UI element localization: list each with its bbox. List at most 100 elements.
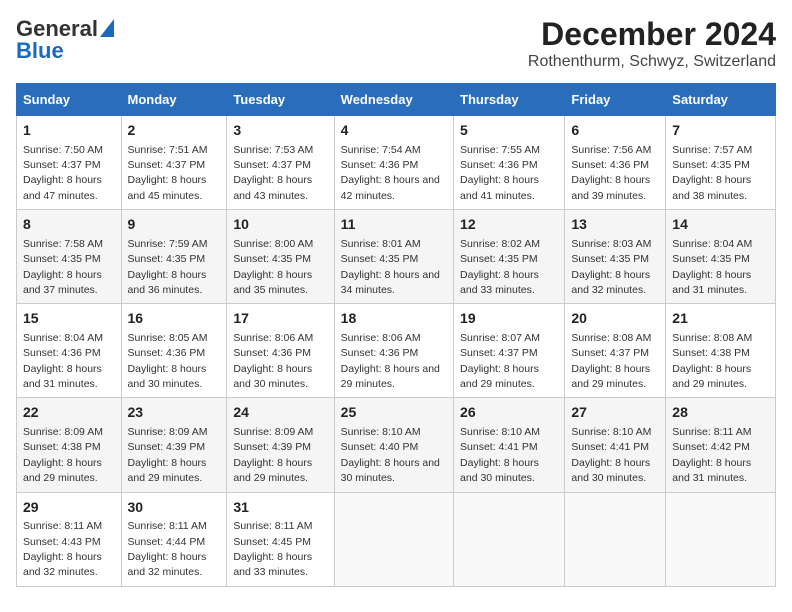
calendar-cell: 15 Sunrise: 8:04 AMSunset: 4:36 PMDayligh… bbox=[17, 304, 122, 398]
calendar-cell bbox=[334, 492, 453, 586]
day-info: Sunrise: 8:05 AMSunset: 4:36 PMDaylight:… bbox=[128, 332, 208, 390]
calendar-cell bbox=[454, 492, 565, 586]
calendar-cell: 26 Sunrise: 8:10 AMSunset: 4:41 PMDayligh… bbox=[454, 398, 565, 492]
day-info: Sunrise: 8:10 AMSunset: 4:41 PMDaylight:… bbox=[571, 426, 651, 484]
calendar-cell bbox=[666, 492, 776, 586]
day-number: 1 bbox=[23, 121, 115, 141]
day-number: 26 bbox=[460, 403, 558, 423]
header-row: SundayMondayTuesdayWednesdayThursdayFrid… bbox=[17, 84, 776, 116]
calendar-cell: 13 Sunrise: 8:03 AMSunset: 4:35 PMDayligh… bbox=[565, 210, 666, 304]
day-info: Sunrise: 8:00 AMSunset: 4:35 PMDaylight:… bbox=[233, 238, 313, 296]
calendar-cell: 28 Sunrise: 8:11 AMSunset: 4:42 PMDayligh… bbox=[666, 398, 776, 492]
day-info: Sunrise: 8:11 AMSunset: 4:45 PMDaylight:… bbox=[233, 520, 312, 578]
calendar-cell: 6Sunrise: 7:56 AMSunset: 4:36 PMDaylight… bbox=[565, 116, 666, 210]
page-subtitle: Rothenthurm, Schwyz, Switzerland bbox=[528, 53, 776, 71]
day-info: Sunrise: 8:08 AMSunset: 4:37 PMDaylight:… bbox=[571, 332, 651, 390]
title-area: December 2024 Rothenthurm, Schwyz, Switz… bbox=[528, 16, 776, 71]
calendar-cell: 30Sunrise: 8:11 AMSunset: 4:44 PMDayligh… bbox=[121, 492, 227, 586]
day-number: 4 bbox=[341, 121, 447, 141]
day-number: 30 bbox=[128, 498, 221, 518]
day-info: Sunrise: 8:09 AMSunset: 4:38 PMDaylight:… bbox=[23, 426, 103, 484]
day-number: 2 bbox=[128, 121, 221, 141]
calendar-cell bbox=[565, 492, 666, 586]
day-number: 18 bbox=[341, 309, 447, 329]
day-info: Sunrise: 7:56 AMSunset: 4:36 PMDaylight:… bbox=[571, 144, 651, 202]
calendar-cell: 21Sunrise: 8:08 AMSunset: 4:38 PMDayligh… bbox=[666, 304, 776, 398]
calendar-cell: 5 Sunrise: 7:55 AMSunset: 4:36 PMDaylight… bbox=[454, 116, 565, 210]
day-info: Sunrise: 8:06 AMSunset: 4:36 PMDaylight:… bbox=[233, 332, 313, 390]
day-info: Sunrise: 7:55 AMSunset: 4:36 PMDaylight:… bbox=[460, 144, 540, 202]
day-number: 24 bbox=[233, 403, 327, 423]
day-number: 14 bbox=[672, 215, 769, 235]
logo: General Blue bbox=[16, 16, 114, 64]
day-info: Sunrise: 7:58 AMSunset: 4:35 PMDaylight:… bbox=[23, 238, 103, 296]
week-row: 15 Sunrise: 8:04 AMSunset: 4:36 PMDayligh… bbox=[17, 304, 776, 398]
calendar-cell: 14 Sunrise: 8:04 AMSunset: 4:35 PMDayligh… bbox=[666, 210, 776, 304]
day-number: 11 bbox=[341, 215, 447, 235]
day-info: Sunrise: 8:06 AMSunset: 4:36 PMDaylight:… bbox=[341, 332, 440, 390]
day-info: Sunrise: 8:11 AMSunset: 4:44 PMDaylight:… bbox=[128, 520, 207, 578]
day-info: Sunrise: 7:59 AMSunset: 4:35 PMDaylight:… bbox=[128, 238, 208, 296]
day-number: 10 bbox=[233, 215, 327, 235]
day-info: Sunrise: 8:01 AMSunset: 4:35 PMDaylight:… bbox=[341, 238, 440, 296]
week-row: 22Sunrise: 8:09 AMSunset: 4:38 PMDayligh… bbox=[17, 398, 776, 492]
calendar-cell: 4Sunrise: 7:54 AMSunset: 4:36 PMDaylight… bbox=[334, 116, 453, 210]
calendar-cell: 31Sunrise: 8:11 AMSunset: 4:45 PMDayligh… bbox=[227, 492, 334, 586]
day-number: 25 bbox=[341, 403, 447, 423]
day-info: Sunrise: 8:11 AMSunset: 4:42 PMDaylight:… bbox=[672, 426, 751, 484]
calendar-cell: 22Sunrise: 8:09 AMSunset: 4:38 PMDayligh… bbox=[17, 398, 122, 492]
col-header-monday: Monday bbox=[121, 84, 227, 116]
logo-triangle-icon bbox=[100, 19, 114, 37]
day-info: Sunrise: 8:11 AMSunset: 4:43 PMDaylight:… bbox=[23, 520, 102, 578]
day-info: Sunrise: 8:03 AMSunset: 4:35 PMDaylight:… bbox=[571, 238, 651, 296]
calendar-cell: 12 Sunrise: 8:02 AMSunset: 4:35 PMDayligh… bbox=[454, 210, 565, 304]
day-number: 12 bbox=[460, 215, 558, 235]
day-info: Sunrise: 8:04 AMSunset: 4:36 PMDaylight:… bbox=[23, 332, 103, 390]
day-number: 13 bbox=[571, 215, 659, 235]
calendar-cell: 16Sunrise: 8:05 AMSunset: 4:36 PMDayligh… bbox=[121, 304, 227, 398]
col-header-saturday: Saturday bbox=[666, 84, 776, 116]
day-info: Sunrise: 8:10 AMSunset: 4:41 PMDaylight:… bbox=[460, 426, 540, 484]
calendar-cell: 7Sunrise: 7:57 AMSunset: 4:35 PMDaylight… bbox=[666, 116, 776, 210]
calendar-cell: 8 Sunrise: 7:58 AMSunset: 4:35 PMDaylight… bbox=[17, 210, 122, 304]
calendar-table: SundayMondayTuesdayWednesdayThursdayFrid… bbox=[16, 83, 776, 587]
calendar-cell: 23 Sunrise: 8:09 AMSunset: 4:39 PMDayligh… bbox=[121, 398, 227, 492]
week-row: 1 Sunrise: 7:50 AMSunset: 4:37 PMDaylight… bbox=[17, 116, 776, 210]
day-number: 8 bbox=[23, 215, 115, 235]
day-number: 3 bbox=[233, 121, 327, 141]
day-info: Sunrise: 8:09 AMSunset: 4:39 PMDaylight:… bbox=[233, 426, 313, 484]
header: General Blue December 2024 Rothenthurm, … bbox=[16, 16, 776, 71]
calendar-cell: 1 Sunrise: 7:50 AMSunset: 4:37 PMDaylight… bbox=[17, 116, 122, 210]
day-number: 28 bbox=[672, 403, 769, 423]
week-row: 8 Sunrise: 7:58 AMSunset: 4:35 PMDaylight… bbox=[17, 210, 776, 304]
calendar-cell: 2Sunrise: 7:51 AMSunset: 4:37 PMDaylight… bbox=[121, 116, 227, 210]
day-number: 29 bbox=[23, 498, 115, 518]
day-info: Sunrise: 7:50 AMSunset: 4:37 PMDaylight:… bbox=[23, 144, 103, 202]
day-number: 15 bbox=[23, 309, 115, 329]
calendar-cell: 27Sunrise: 8:10 AMSunset: 4:41 PMDayligh… bbox=[565, 398, 666, 492]
calendar-cell: 9Sunrise: 7:59 AMSunset: 4:35 PMDaylight… bbox=[121, 210, 227, 304]
calendar-cell: 3 Sunrise: 7:53 AMSunset: 4:37 PMDaylight… bbox=[227, 116, 334, 210]
week-row: 29Sunrise: 8:11 AMSunset: 4:43 PMDayligh… bbox=[17, 492, 776, 586]
calendar-cell: 10 Sunrise: 8:00 AMSunset: 4:35 PMDayligh… bbox=[227, 210, 334, 304]
calendar-cell: 11 Sunrise: 8:01 AMSunset: 4:35 PMDayligh… bbox=[334, 210, 453, 304]
day-info: Sunrise: 8:02 AMSunset: 4:35 PMDaylight:… bbox=[460, 238, 540, 296]
day-number: 5 bbox=[460, 121, 558, 141]
day-number: 19 bbox=[460, 309, 558, 329]
day-number: 23 bbox=[128, 403, 221, 423]
day-info: Sunrise: 7:53 AMSunset: 4:37 PMDaylight:… bbox=[233, 144, 313, 202]
calendar-cell: 17 Sunrise: 8:06 AMSunset: 4:36 PMDayligh… bbox=[227, 304, 334, 398]
day-number: 17 bbox=[233, 309, 327, 329]
day-number: 7 bbox=[672, 121, 769, 141]
col-header-wednesday: Wednesday bbox=[334, 84, 453, 116]
day-number: 20 bbox=[571, 309, 659, 329]
page-title: December 2024 bbox=[528, 16, 776, 53]
calendar-cell: 24 Sunrise: 8:09 AMSunset: 4:39 PMDayligh… bbox=[227, 398, 334, 492]
day-number: 31 bbox=[233, 498, 327, 518]
calendar-cell: 29Sunrise: 8:11 AMSunset: 4:43 PMDayligh… bbox=[17, 492, 122, 586]
col-header-tuesday: Tuesday bbox=[227, 84, 334, 116]
logo-blue: Blue bbox=[16, 38, 64, 64]
day-info: Sunrise: 8:04 AMSunset: 4:35 PMDaylight:… bbox=[672, 238, 752, 296]
calendar-cell: 18 Sunrise: 8:06 AMSunset: 4:36 PMDayligh… bbox=[334, 304, 453, 398]
day-info: Sunrise: 8:09 AMSunset: 4:39 PMDaylight:… bbox=[128, 426, 208, 484]
